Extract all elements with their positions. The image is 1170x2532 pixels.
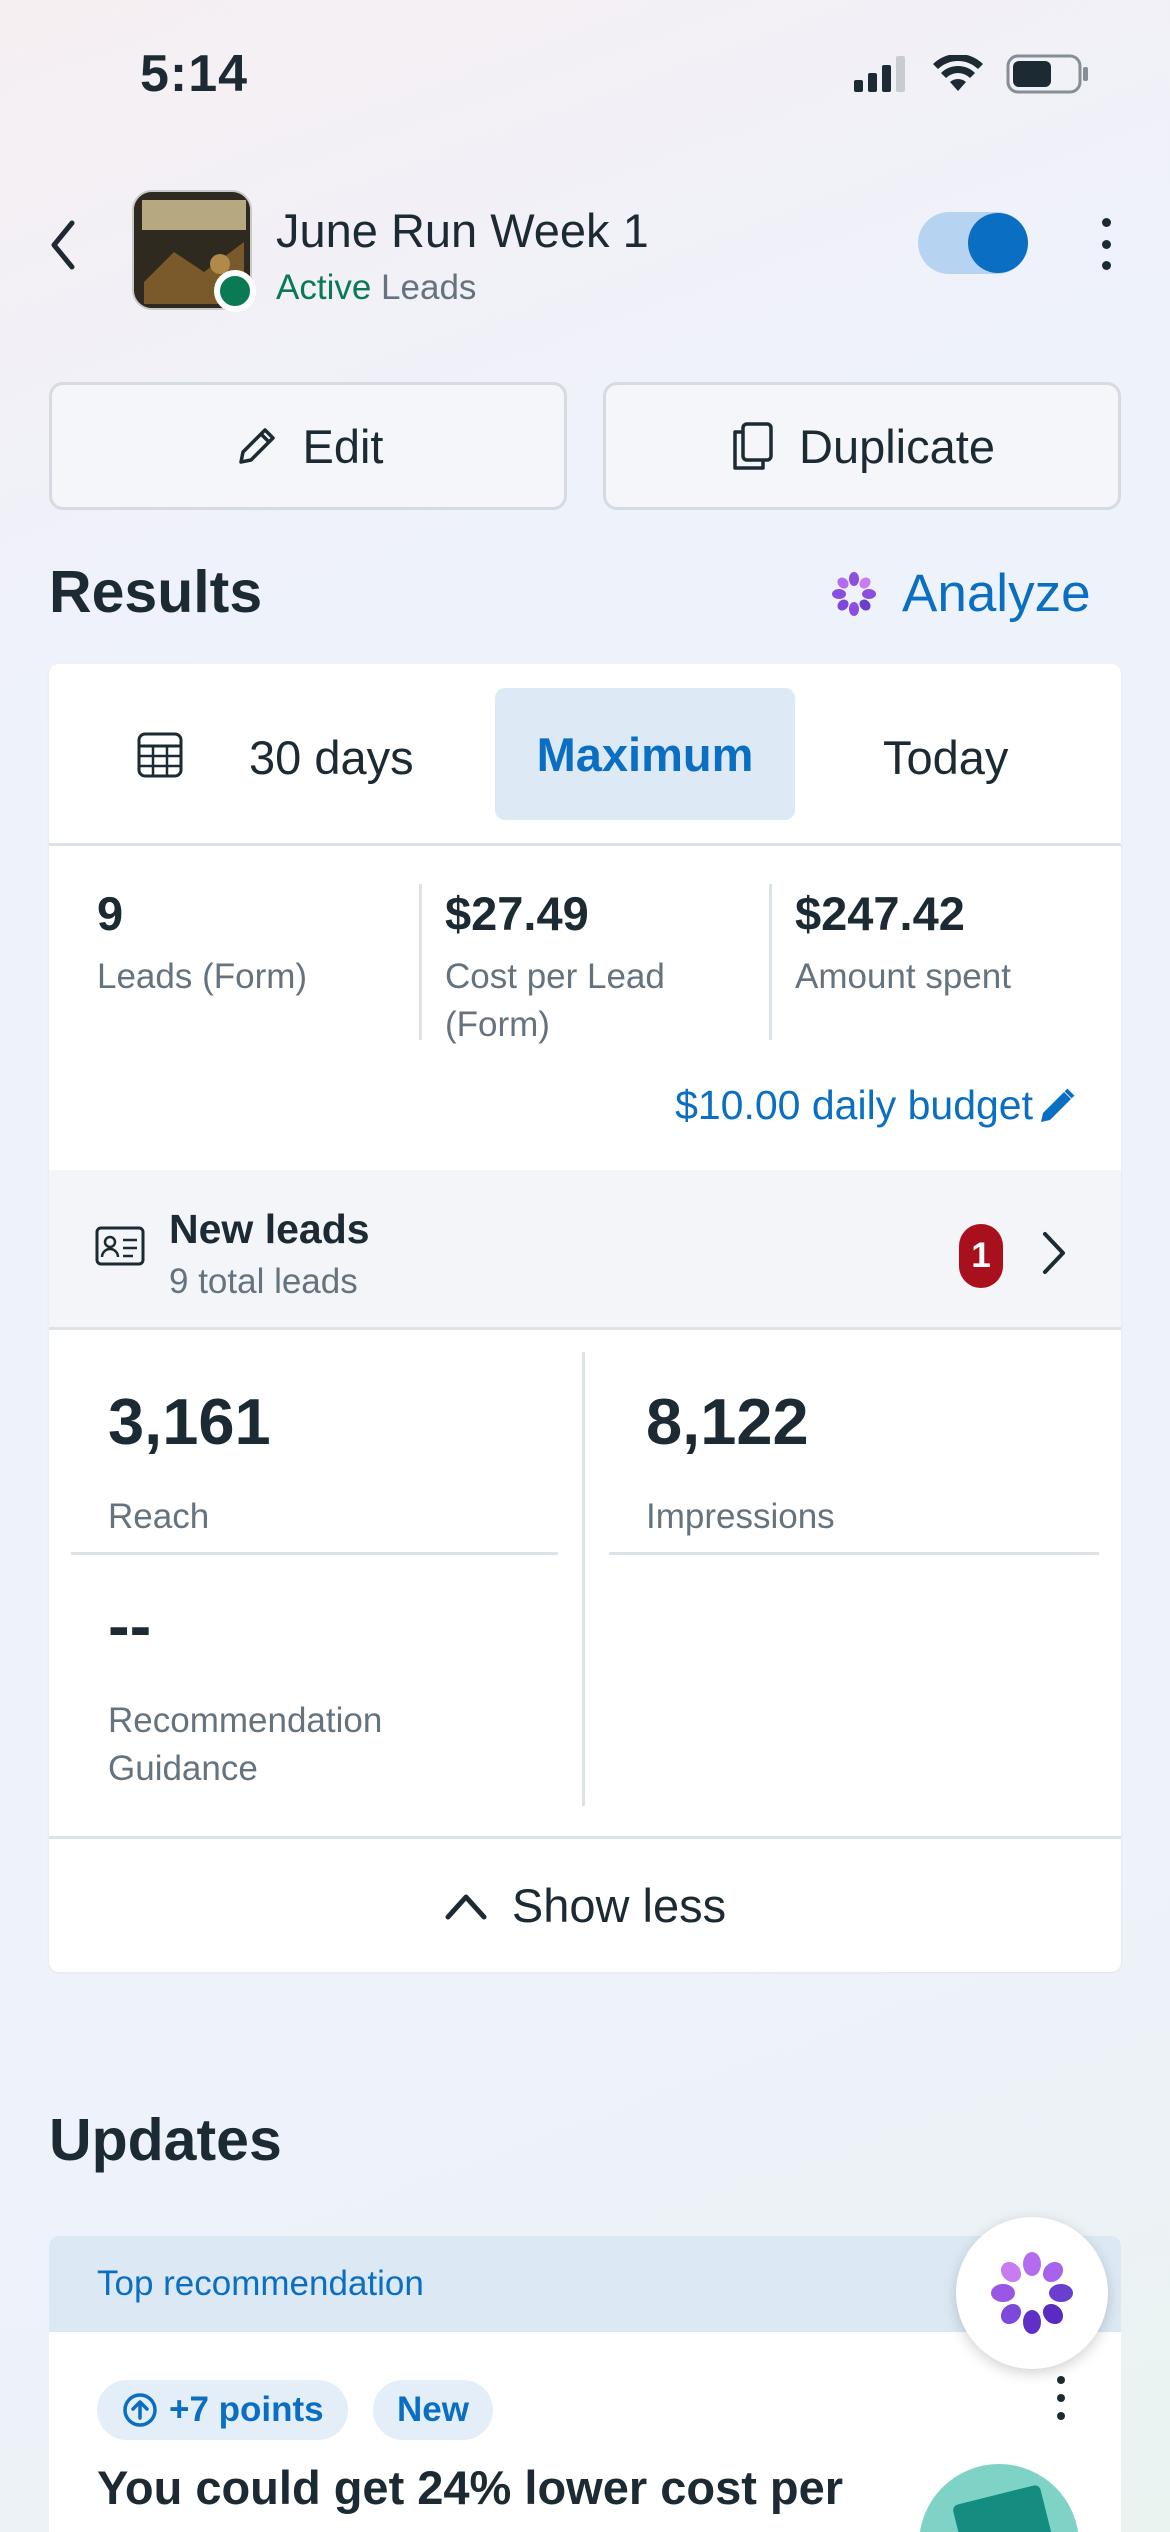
new-leads-badge: 1 <box>959 1224 1003 1288</box>
pencil-icon <box>238 428 275 464</box>
stat-value: 3,161 <box>108 1385 271 1458</box>
new-pill: New <box>373 2380 493 2440</box>
updates-heading: Updates <box>49 2107 282 2173</box>
metrics-row: 9 Leads (Form) $27.49 Cost per Lead (For… <box>49 846 1121 1176</box>
calendar-grid-icon[interactable] <box>137 732 183 778</box>
more-options-icon[interactable] <box>1086 214 1126 274</box>
tab-maximum[interactable]: Maximum <box>495 688 795 820</box>
metric-cost-per-lead: $27.49 Cost per Lead (Form) <box>445 886 745 1049</box>
duplicate-button[interactable]: Duplicate <box>603 382 1121 510</box>
stat-impressions: 8,122 Impressions <box>646 1384 835 1541</box>
battery-icon <box>1006 54 1088 94</box>
metric-label: Cost per Lead (Form) <box>445 957 665 1044</box>
cellular-signal-icon <box>854 56 905 92</box>
status-icons <box>854 54 1090 94</box>
ai-assistant-button[interactable] <box>956 2217 1108 2369</box>
status-time: 5:14 <box>140 45 249 103</box>
metric-leads: 9 Leads (Form) <box>97 886 307 1001</box>
recommendation-illustration <box>919 2464 1079 2532</box>
results-heading: Results <box>49 559 263 625</box>
new-label: New <box>397 2390 469 2429</box>
chevron-right-icon <box>1043 1232 1065 1274</box>
metric-label: Amount spent <box>795 957 1011 996</box>
new-leads-title: New leads <box>169 1206 370 1252</box>
wifi-icon <box>933 55 983 91</box>
new-leads-row[interactable]: New leads 9 total leads 1 <box>49 1170 1121 1330</box>
stat-label: Impressions <box>646 1497 835 1536</box>
metric-value: 9 <box>97 887 124 940</box>
show-less-button[interactable]: Show less <box>49 1836 1121 1972</box>
daily-budget-link[interactable]: $10.00 daily budget <box>675 1082 1077 1129</box>
ad-objective: Leads <box>381 268 477 307</box>
edit-label: Edit <box>302 419 384 473</box>
stat-label: Recommendation Guidance <box>108 1701 383 1788</box>
metric-value: $247.42 <box>795 887 965 940</box>
edit-button[interactable]: Edit <box>49 382 567 510</box>
ai-sparkle-icon <box>832 571 876 616</box>
metric-value: $27.49 <box>445 887 589 940</box>
analyze-label: Analyze <box>902 564 1091 623</box>
pencil-icon <box>1041 1088 1075 1122</box>
metric-amount-spent: $247.42 Amount spent <box>795 886 1011 1001</box>
more-options-icon[interactable] <box>1049 2376 1073 2420</box>
results-card: 30 days Maximum Today 9 Leads (Form) $27… <box>49 664 1121 1972</box>
ad-title: June Run Week 1 <box>276 204 649 257</box>
ad-status: Active <box>276 268 372 307</box>
tab-today[interactable]: Today <box>883 730 1008 785</box>
stat-reach: 3,161 Reach <box>108 1384 271 1541</box>
stat-label: Reach <box>108 1497 210 1536</box>
divider <box>609 1552 1099 1555</box>
arrow-up-circle-icon <box>123 2393 157 2427</box>
recommendation-header-label: Top recommendation <box>97 2264 424 2303</box>
recommendation-text: You could get 24% lower cost per <box>97 2461 844 2514</box>
duplicate-icon <box>733 422 773 470</box>
ad-subtitle: Active Leads <box>276 268 476 308</box>
toggle-knob <box>968 213 1028 273</box>
contact-card-icon <box>95 1226 145 1266</box>
divider <box>769 884 772 1040</box>
active-status-dot <box>214 270 256 312</box>
duplicate-label: Duplicate <box>799 419 995 473</box>
stat-value: -- <box>108 1589 152 1662</box>
ai-sparkle-icon <box>991 2252 1073 2334</box>
divider <box>582 1352 585 1806</box>
chevron-up-icon <box>445 1894 487 1919</box>
budget-label: $10.00 daily budget <box>675 1082 1033 1128</box>
new-leads-subtitle: 9 total leads <box>169 1262 358 1301</box>
back-icon[interactable] <box>44 215 84 275</box>
divider <box>71 1552 558 1555</box>
date-range-tabs: 30 days Maximum Today <box>49 664 1121 846</box>
metric-label: Leads (Form) <box>97 957 308 996</box>
points-label: +7 points <box>169 2390 324 2429</box>
analyze-button[interactable]: Analyze <box>830 563 1091 624</box>
points-pill: +7 points <box>97 2380 348 2440</box>
stats-grid: 3,161 Reach 8,122 Impressions -- Recomme… <box>49 1330 1121 1806</box>
ad-toggle[interactable] <box>918 212 1028 274</box>
divider <box>419 884 422 1040</box>
show-less-label: Show less <box>511 1879 727 1932</box>
stat-recommendation-guidance: -- Recommendation Guidance <box>108 1588 468 1793</box>
tab-30-days[interactable]: 30 days <box>249 730 449 785</box>
stat-value: 8,122 <box>646 1385 809 1458</box>
